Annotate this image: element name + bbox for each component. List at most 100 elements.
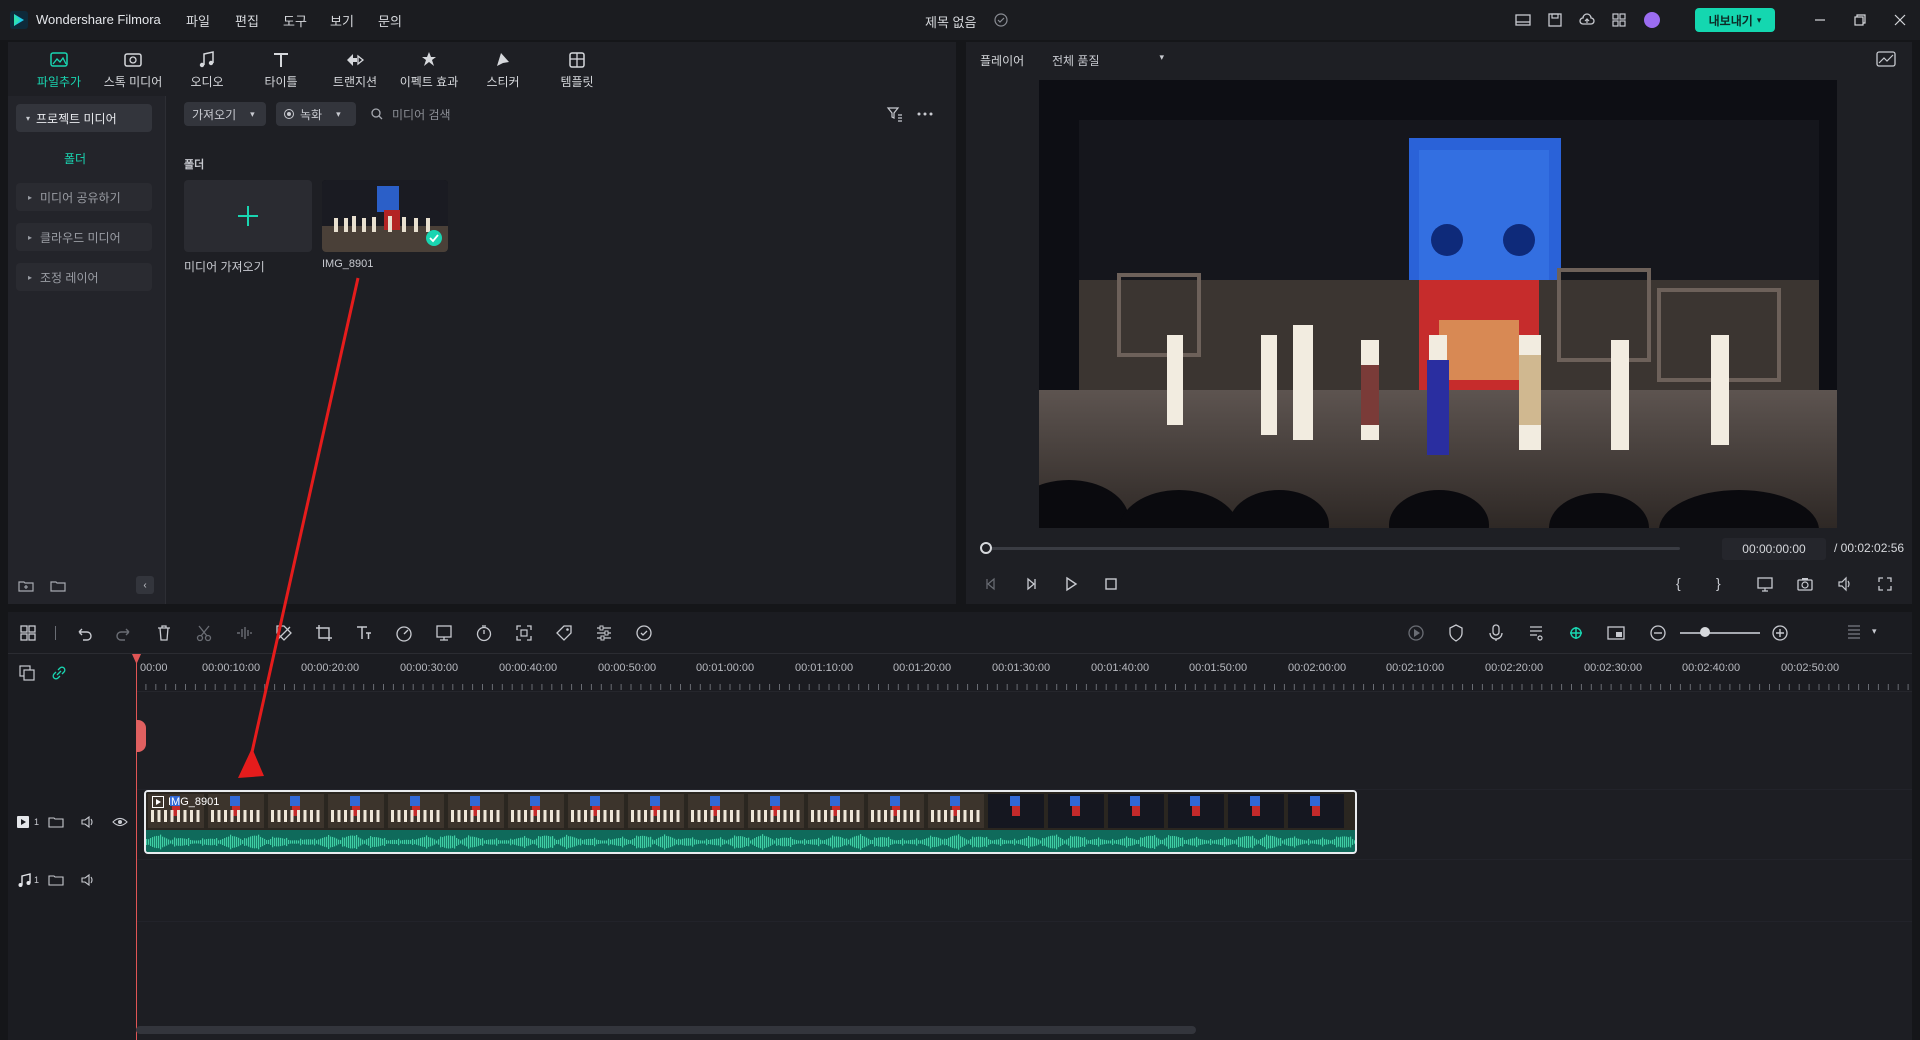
sidebar-item-project-media[interactable]: ▾ 프로젝트 미디어: [16, 104, 152, 132]
playhead[interactable]: [136, 654, 137, 1040]
scrubber-handle[interactable]: [980, 542, 992, 554]
playhead-marker[interactable]: [136, 720, 146, 752]
mark-out-icon[interactable]: }: [1716, 575, 1734, 593]
user-avatar[interactable]: [1644, 12, 1660, 28]
eye-icon[interactable]: [112, 814, 128, 830]
menu-tools[interactable]: 도구: [283, 11, 307, 30]
tab-media[interactable]: 파일추가: [24, 50, 94, 94]
audio-mix-icon[interactable]: [1526, 623, 1546, 643]
folder-lock-icon[interactable]: [48, 872, 64, 888]
import-dropdown[interactable]: 가져오기 ▾: [184, 102, 266, 126]
audio-split-icon[interactable]: [234, 623, 254, 643]
menu-file[interactable]: 파일: [186, 11, 210, 30]
stop-icon[interactable]: [1102, 575, 1120, 593]
ruler-label: 00:00:20:00: [301, 662, 360, 674]
zoom-slider-handle[interactable]: [1700, 627, 1710, 637]
render-icon[interactable]: [1406, 623, 1426, 643]
search-input[interactable]: 미디어 검색: [392, 106, 451, 123]
audio-track-row[interactable]: [136, 860, 1912, 922]
next-frame-icon[interactable]: [1022, 575, 1040, 593]
restore-icon[interactable]: [1850, 10, 1870, 30]
mark-in-icon[interactable]: {: [1676, 575, 1694, 593]
link-icon[interactable]: [50, 664, 68, 682]
volume-icon[interactable]: [80, 872, 96, 888]
undo-icon[interactable]: [74, 623, 94, 643]
tab-stickers[interactable]: 스티커: [468, 50, 538, 94]
text-icon[interactable]: [354, 623, 374, 643]
media-search[interactable]: 미디어 검색: [370, 102, 570, 126]
scissors-icon[interactable]: [194, 623, 214, 643]
play-icon[interactable]: [1062, 575, 1080, 593]
playback-scrubber[interactable]: [986, 547, 1680, 550]
delete-icon[interactable]: [154, 623, 174, 643]
clip-name: IMG_8901: [168, 796, 220, 808]
display-icon[interactable]: [1756, 575, 1774, 593]
color-tag-icon[interactable]: [554, 623, 574, 643]
zoom-slider[interactable]: [1680, 632, 1760, 634]
green-screen-icon[interactable]: [434, 623, 454, 643]
tab-audio[interactable]: 오디오: [172, 50, 242, 94]
ai-tools-icon[interactable]: [634, 623, 654, 643]
record-dropdown[interactable]: 녹화 ▾: [276, 102, 356, 126]
tab-titles[interactable]: 타이틀: [246, 50, 316, 94]
new-folder-icon[interactable]: [18, 578, 34, 594]
current-timecode[interactable]: 00:00:00:00: [1722, 538, 1826, 560]
snap-magnet-icon[interactable]: [1566, 623, 1586, 643]
grid-icon[interactable]: [1610, 11, 1628, 29]
sidebar-item-adjustment-layer[interactable]: ▸ 조정 레이어: [16, 263, 152, 291]
adjust-sliders-icon[interactable]: [594, 623, 614, 643]
add-track-icon[interactable]: [18, 664, 36, 682]
cloud-upload-icon[interactable]: [1578, 11, 1596, 29]
sidebar-item-folder[interactable]: 폴더: [64, 150, 86, 167]
export-button[interactable]: 내보내기 ▾: [1695, 8, 1775, 32]
more-icon[interactable]: [916, 105, 934, 123]
image-compare-icon[interactable]: [1876, 50, 1896, 68]
tag-icon[interactable]: [274, 623, 294, 643]
media-clip-thumbnail[interactable]: [322, 180, 448, 252]
redo-icon[interactable]: [114, 623, 134, 643]
zoom-in-icon[interactable]: [1770, 623, 1790, 643]
tab-transitions[interactable]: 트랜지션: [320, 50, 390, 94]
layout-icon[interactable]: [1514, 11, 1532, 29]
ruler-ticks: [136, 684, 1909, 690]
tab-templates[interactable]: 템플릿: [542, 50, 612, 94]
save-icon[interactable]: [1546, 11, 1564, 29]
empty-track-row[interactable]: [136, 692, 1912, 790]
fit-screen-icon[interactable]: [514, 623, 534, 643]
prev-frame-icon[interactable]: [982, 575, 1000, 593]
pip-icon[interactable]: [1606, 623, 1626, 643]
volume-icon[interactable]: [1836, 575, 1854, 593]
tab-effects[interactable]: 이펙트 효과: [394, 50, 464, 94]
microphone-icon[interactable]: [1486, 623, 1506, 643]
menu-edit[interactable]: 편집: [235, 11, 259, 30]
timeline-video-clip[interactable]: IMG_8901: [144, 790, 1357, 854]
tracks-area[interactable]: [136, 692, 1912, 1040]
collapse-sidebar-icon[interactable]: ‹: [136, 576, 154, 594]
snapshot-camera-icon[interactable]: [1796, 575, 1814, 593]
volume-icon[interactable]: [80, 814, 96, 830]
sidebar-item-cloud-media[interactable]: ▸ 클라우드 미디어: [16, 223, 152, 251]
menu-help[interactable]: 문의: [378, 11, 402, 30]
sidebar-item-share-media[interactable]: ▸ 미디어 공유하기: [16, 183, 152, 211]
menu-view[interactable]: 보기: [330, 11, 354, 30]
video-preview[interactable]: [1039, 80, 1837, 528]
timeline-ruler[interactable]: 00:00 00:00:10:00 00:00:20:00 00:00:30:0…: [136, 654, 1912, 692]
close-icon[interactable]: [1890, 10, 1910, 30]
fullscreen-icon[interactable]: [1876, 575, 1894, 593]
tab-stock-media[interactable]: 스톡 미디어: [98, 50, 168, 94]
track-layout-icon[interactable]: [1844, 623, 1864, 643]
speed-icon[interactable]: [394, 623, 414, 643]
layout-grid-icon[interactable]: [18, 623, 38, 643]
folder-icon[interactable]: [50, 578, 66, 594]
shield-marker-icon[interactable]: [1446, 623, 1466, 643]
timer-icon[interactable]: [474, 623, 494, 643]
filter-sort-icon[interactable]: [886, 105, 904, 123]
folder-lock-icon[interactable]: [48, 814, 64, 830]
minimize-icon[interactable]: [1810, 10, 1830, 30]
quality-dropdown[interactable]: 전체 품질 ▾: [1052, 52, 1164, 69]
zoom-out-icon[interactable]: [1648, 623, 1668, 643]
timeline-scrollbar[interactable]: [136, 1026, 1196, 1034]
crop-icon[interactable]: [314, 623, 334, 643]
import-media-tile[interactable]: [184, 180, 312, 252]
chevron-down-icon[interactable]: ▾: [1872, 626, 1877, 637]
